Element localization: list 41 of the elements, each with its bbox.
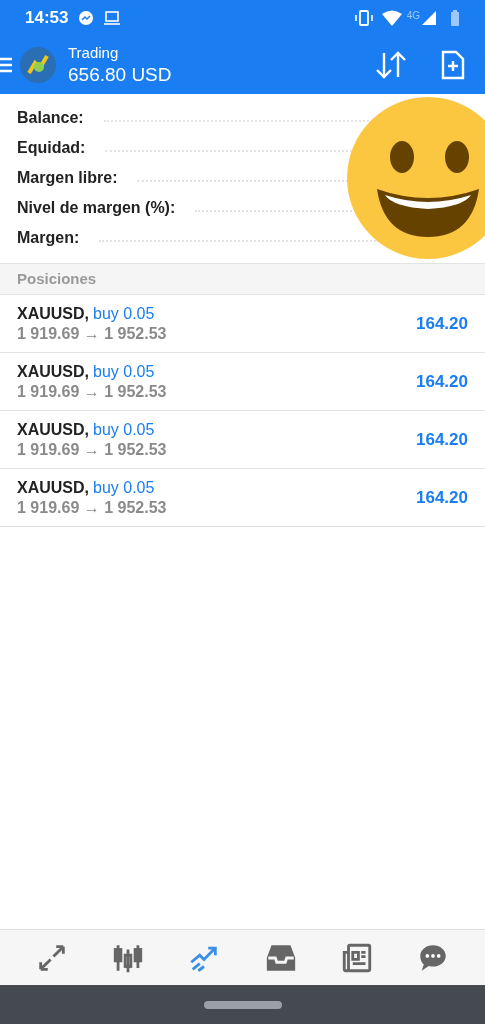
- position-symbol: XAUUSD,: [17, 477, 89, 498]
- home-handle[interactable]: [203, 1000, 282, 1009]
- signal-icon: [422, 11, 436, 25]
- summary-label: Equidad:: [17, 138, 86, 158]
- vibrate-icon: [353, 10, 374, 26]
- new-document-icon[interactable]: [441, 50, 465, 80]
- app-logo-icon: [20, 47, 56, 83]
- battery-icon: [450, 10, 460, 26]
- summary-label: Balance:: [17, 108, 84, 128]
- position-order: buy 0.05: [93, 419, 155, 440]
- wifi-icon: [381, 10, 402, 26]
- position-symbol: XAUUSD,: [17, 419, 89, 440]
- position-prices: 1 919.69 → 1 952.53: [17, 497, 167, 518]
- position-profit: 164.20: [416, 370, 468, 393]
- position-prices: 1 919.69 → 1 952.53: [17, 381, 167, 402]
- sort-arrows-icon[interactable]: [375, 50, 407, 80]
- network-type: 4G: [406, 9, 420, 23]
- position-prices: 1 919.69 → 1 952.53: [17, 323, 167, 344]
- header-title: Trading: [68, 43, 120, 63]
- position-row[interactable]: XAUUSD, buy 0.05 1 919.69 → 1 952.53 164.20: [0, 411, 485, 469]
- section-title: Posiciones: [17, 268, 97, 289]
- position-row[interactable]: XAUUSD, buy 0.05 1 919.69 → 1 952.53 164.20: [0, 295, 485, 353]
- messenger-icon: [78, 10, 95, 26]
- position-profit: 164.20: [416, 428, 468, 451]
- position-order: buy 0.05: [93, 303, 155, 324]
- position-row[interactable]: XAUUSD, buy 0.05 1 919.69 → 1 952.53 164.20: [0, 353, 485, 411]
- menu-icon[interactable]: [0, 57, 12, 73]
- clock: 14:53: [25, 7, 69, 30]
- summary-label: Margen:: [17, 228, 80, 248]
- position-symbol: XAUUSD,: [17, 303, 89, 324]
- position-row[interactable]: XAUUSD, buy 0.05 1 919.69 → 1 952.53 164.20: [0, 469, 485, 527]
- laptop-icon: [103, 11, 122, 25]
- position-order: buy 0.05: [93, 477, 155, 498]
- position-prices: 1 919.69 → 1 952.53: [17, 439, 167, 460]
- position-order: buy 0.05: [93, 361, 155, 382]
- position-symbol: XAUUSD,: [17, 361, 89, 382]
- position-profit: 164.20: [416, 312, 468, 335]
- position-profit: 164.20: [416, 486, 468, 509]
- summary-label: Margen libre:: [17, 168, 118, 188]
- summary-label: Nivel de margen (%):: [17, 198, 176, 218]
- account-balance: 656.80 USD: [68, 62, 172, 87]
